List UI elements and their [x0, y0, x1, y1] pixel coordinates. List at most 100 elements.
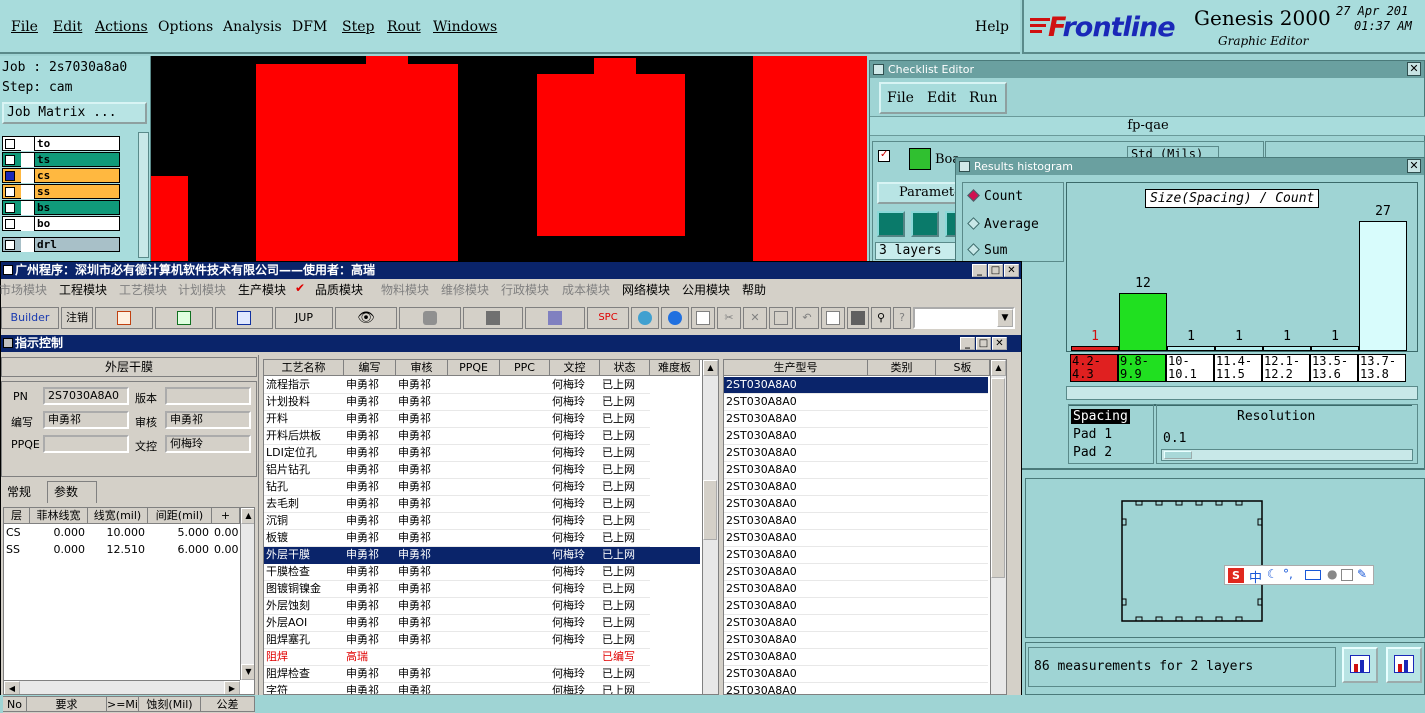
- process-cell[interactable]: [500, 649, 550, 666]
- process-scrollbar[interactable]: ▲: [702, 360, 718, 694]
- close-icon[interactable]: ✕: [1004, 264, 1019, 277]
- module-menu-item[interactable]: 公用模块: [682, 281, 730, 298]
- process-cell[interactable]: 申勇祁: [396, 496, 448, 513]
- process-col-header[interactable]: PPC: [500, 360, 550, 376]
- process-cell[interactable]: [448, 547, 500, 564]
- param-cell[interactable]: 10.000: [88, 525, 148, 542]
- product-row[interactable]: 2ST030A8A0: [724, 462, 988, 479]
- process-cell[interactable]: 已上网: [600, 394, 650, 411]
- process-cell[interactable]: 申勇祁: [344, 581, 396, 598]
- layer-row-bs[interactable]: bs: [2, 200, 120, 215]
- process-cell[interactable]: 申勇祁: [344, 547, 396, 564]
- product-row[interactable]: 2ST030A8A0: [724, 666, 988, 683]
- product-row[interactable]: 2ST030A8A0: [724, 547, 988, 564]
- module-menu-item[interactable]: 市场模块: [0, 281, 47, 298]
- param-cell[interactable]: SS: [4, 542, 30, 559]
- process-cell[interactable]: [550, 649, 600, 666]
- ppqe-field[interactable]: [43, 435, 129, 453]
- layer-row-bo[interactable]: bo: [2, 216, 120, 231]
- ime-toolbar[interactable]: S 中 ☾ °, ● ✎: [1224, 565, 1374, 586]
- process-cell[interactable]: [448, 428, 500, 445]
- process-col-header[interactable]: 难度板: [650, 360, 700, 376]
- writer-field[interactable]: 申勇祁: [43, 411, 129, 429]
- report-icon[interactable]: [1342, 647, 1378, 683]
- process-cell[interactable]: LDI定位孔: [264, 445, 344, 462]
- process-cell[interactable]: 申勇祁: [344, 428, 396, 445]
- process-cell[interactable]: [500, 615, 550, 632]
- process-cell[interactable]: [448, 581, 500, 598]
- process-cell[interactable]: 申勇祁: [396, 394, 448, 411]
- layer-checkbox[interactable]: [5, 187, 15, 197]
- version-field[interactable]: [165, 387, 251, 405]
- process-cell[interactable]: 铝片钻孔: [264, 462, 344, 479]
- close-icon[interactable]: ✕: [992, 337, 1007, 350]
- powerpoint-button[interactable]: [95, 307, 153, 329]
- process-cell[interactable]: [500, 513, 550, 530]
- graphics-canvas[interactable]: [151, 56, 867, 261]
- product-row[interactable]: 2ST030A8A0: [724, 394, 988, 411]
- process-cell[interactable]: 开料: [264, 411, 344, 428]
- ime-chinese-toggle[interactable]: 中: [1249, 567, 1262, 586]
- process-cell[interactable]: [448, 496, 500, 513]
- menu-edit[interactable]: Edit: [53, 19, 82, 35]
- process-cell[interactable]: 阻焊塞孔: [264, 632, 344, 649]
- product-scrollbar[interactable]: ▲: [990, 360, 1006, 694]
- maximize-icon[interactable]: □: [976, 337, 991, 350]
- process-cell[interactable]: 申勇祁: [344, 462, 396, 479]
- process-cell[interactable]: 申勇祁: [344, 632, 396, 649]
- process-cell[interactable]: 申勇祁: [344, 530, 396, 547]
- graph-icon[interactable]: [1386, 647, 1422, 683]
- process-cell[interactable]: 开料后烘板: [264, 428, 344, 445]
- process-cell[interactable]: 阻焊检查: [264, 666, 344, 683]
- param-v-scrollbar[interactable]: ▲ ▼: [240, 508, 254, 680]
- process-col-header[interactable]: 状态: [600, 360, 650, 376]
- process-cell[interactable]: 字符: [264, 683, 344, 694]
- layer-row-ts[interactable]: ts: [2, 152, 120, 167]
- process-cell[interactable]: 已上网: [600, 547, 650, 564]
- process-row[interactable]: 板镀 申勇祁 申勇祁 何梅玲 已上网: [264, 530, 700, 547]
- layer-checkbox[interactable]: [5, 219, 15, 229]
- process-cell[interactable]: 申勇祁: [344, 598, 396, 615]
- process-cell[interactable]: 已上网: [600, 445, 650, 462]
- process-cell[interactable]: 申勇祁: [396, 513, 448, 530]
- product-row[interactable]: 2ST030A8A0: [724, 615, 988, 632]
- run-all-icon[interactable]: [911, 211, 939, 237]
- checklist-menu-edit[interactable]: Edit: [927, 90, 956, 106]
- process-col-header[interactable]: 文控: [550, 360, 600, 376]
- process-cell[interactable]: [448, 462, 500, 479]
- process-row[interactable]: 外层AOI 申勇祁 申勇祁 何梅玲 已上网: [264, 615, 700, 632]
- process-cell[interactable]: [448, 598, 500, 615]
- process-row[interactable]: 流程指示 申勇祁 申勇祁 何梅玲 已上网: [264, 377, 700, 394]
- menu-help[interactable]: Help: [975, 19, 1009, 35]
- process-cell[interactable]: 申勇祁: [396, 581, 448, 598]
- run-icon[interactable]: [877, 211, 905, 237]
- process-cell[interactable]: [448, 513, 500, 530]
- product-col-header[interactable]: 类别: [868, 360, 936, 376]
- process-cell[interactable]: [448, 445, 500, 462]
- process-cell[interactable]: 申勇祁: [396, 683, 448, 694]
- product-row[interactable]: 2ST030A8A0: [724, 428, 988, 445]
- process-row[interactable]: 字符 申勇祁 申勇祁 何梅玲 已上网: [264, 683, 700, 694]
- process-cell[interactable]: 板镀: [264, 530, 344, 547]
- layer-checkbox[interactable]: [5, 171, 15, 181]
- audit-field[interactable]: 申勇祁: [165, 411, 251, 429]
- menu-options[interactable]: Options: [158, 19, 213, 35]
- process-cell[interactable]: 已上网: [600, 564, 650, 581]
- layer-row-drl[interactable]: drl: [2, 237, 120, 252]
- process-cell[interactable]: 申勇祁: [344, 615, 396, 632]
- histogram-bin-label[interactable]: 13.7- 13.8: [1358, 354, 1406, 382]
- product-row[interactable]: 2ST030A8A0: [724, 632, 988, 649]
- histogram-bin-label[interactable]: 11.4- 11.5: [1214, 354, 1262, 382]
- process-cell[interactable]: 已上网: [600, 479, 650, 496]
- process-cell[interactable]: 已上网: [600, 462, 650, 479]
- process-cell[interactable]: 何梅玲: [550, 581, 600, 598]
- process-cell[interactable]: [448, 564, 500, 581]
- wenkong-field[interactable]: 何梅玲: [165, 435, 251, 453]
- parameters-button[interactable]: Paramete: [877, 182, 963, 204]
- process-cell[interactable]: [448, 649, 500, 666]
- process-cell[interactable]: 已上网: [600, 598, 650, 615]
- process-cell[interactable]: 何梅玲: [550, 615, 600, 632]
- module-menu-item[interactable]: 工程模块: [59, 281, 107, 298]
- list-item-pad2[interactable]: Pad 2: [1073, 445, 1112, 460]
- process-col-header[interactable]: 审核: [396, 360, 448, 376]
